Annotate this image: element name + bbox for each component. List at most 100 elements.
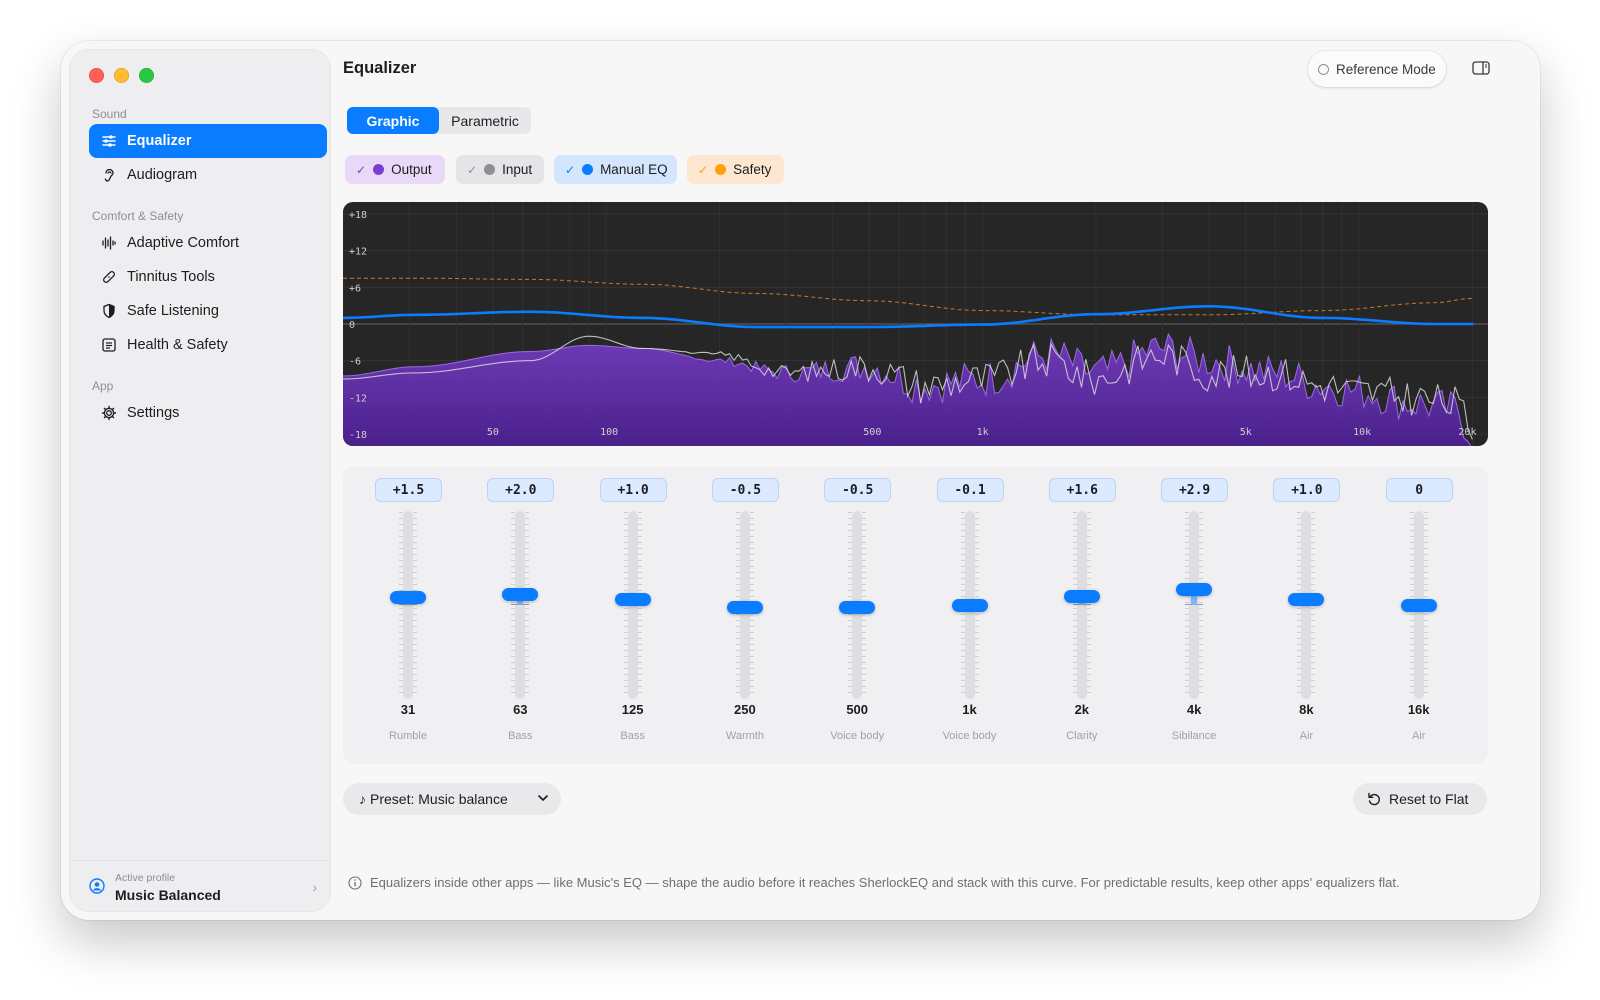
sliders-icon: [102, 135, 116, 147]
reference-mode-label: Reference Mode: [1336, 61, 1436, 77]
section-label-comfort-safety: Comfort & Safety: [92, 209, 184, 223]
band-frequency: 4k: [1186, 702, 1202, 717]
person-circle-icon: [89, 878, 105, 894]
info-text: Equalizers inside other apps — like Musi…: [370, 875, 1400, 890]
eq-band-250: -0.5 250 Warmth: [690, 466, 800, 764]
band-slider-thumb[interactable]: [1288, 593, 1325, 607]
band-frequency: 31: [400, 702, 416, 717]
band-gain-field[interactable]: -0.5: [824, 478, 892, 502]
x-tick-label: 1k: [977, 427, 989, 438]
eq-band-31: +1.5 31 Rumble: [353, 466, 463, 764]
band-description: Clarity: [1066, 730, 1098, 742]
band-description: Air: [1299, 730, 1314, 742]
list-icon: [102, 338, 116, 352]
checkmark-icon: ✓: [356, 162, 367, 177]
band-gain-field[interactable]: -0.5: [711, 478, 779, 502]
eq-band-16k: 0 16k Air: [1364, 466, 1474, 764]
band-description: Voice body: [830, 730, 885, 742]
band-slider-thumb[interactable]: [951, 599, 988, 613]
y-tick-label: +18: [349, 210, 367, 221]
shield-icon: [103, 303, 115, 319]
band-frequency: 125: [621, 702, 644, 717]
band-slider-thumb[interactable]: [502, 588, 539, 602]
close-window-button[interactable]: [89, 68, 104, 83]
reset-to-flat-button[interactable]: Reset to Flat: [1353, 783, 1487, 815]
sidebar-item-tinnitus-tools[interactable]: Tinnitus Tools: [89, 260, 327, 294]
sidebar-item-equalizer[interactable]: Equalizer: [89, 124, 327, 158]
band-gain-field[interactable]: -0.1: [936, 478, 1004, 502]
chip-label: Input: [502, 162, 533, 177]
chip-label: Safety: [733, 162, 772, 177]
band-frequency: 500: [846, 702, 869, 717]
band-slider-thumb[interactable]: [1063, 590, 1100, 604]
profile-name: Music Balanced: [115, 887, 221, 903]
chip-manual-eq[interactable]: ✓ Manual EQ: [554, 155, 677, 184]
x-tick-label: 100: [600, 427, 618, 438]
safety-line: [343, 277, 1473, 316]
tab-graphic[interactable]: Graphic: [347, 107, 439, 134]
sidebar-item-adaptive-comfort[interactable]: Adaptive Comfort: [89, 226, 327, 260]
band-gain-field[interactable]: +1.0: [599, 478, 667, 502]
sidebar-item-label: Settings: [127, 405, 180, 421]
band-gain-field[interactable]: +1.0: [1273, 478, 1341, 502]
sidebar-item-settings[interactable]: Settings: [89, 396, 327, 430]
band-slider-thumb[interactable]: [614, 593, 651, 607]
active-profile[interactable]: Active profile Music Balanced ›: [69, 860, 331, 912]
sidebar-item-label: Safe Listening: [127, 303, 219, 319]
chevron-right-icon: ›: [312, 879, 317, 895]
slider-tick-marks: [1185, 512, 1204, 698]
sidebar-item-label: Audiogram: [127, 167, 198, 183]
eq-band-4k: +2.9 4k Sibilance: [1139, 466, 1249, 764]
band-gain-field[interactable]: +1.6: [1048, 478, 1116, 502]
sidebar-item-label: Health & Safety: [127, 337, 228, 353]
y-tick-label: +12: [349, 247, 367, 258]
sidebar-item-safe-listening[interactable]: Safe Listening: [89, 294, 327, 328]
band-frequency: 16k: [1407, 702, 1430, 717]
info-note: Equalizers inside other apps — like Musi…: [348, 875, 1400, 890]
band-slider-thumb[interactable]: [839, 601, 876, 615]
eq-band-8k: +1.0 8k Air: [1251, 466, 1361, 764]
x-tick-label: 10k: [1353, 427, 1371, 438]
chevron-down-icon: [538, 795, 548, 801]
eq-response-chart: +18 +12 +6 0 -6 -12 -18 50 100 500 1k 5k 10k 20k: [343, 202, 1488, 446]
band-slider-thumb[interactable]: [726, 601, 763, 615]
band-gain-field[interactable]: +2.0: [487, 478, 555, 502]
window-controls: [89, 68, 154, 83]
checkmark-icon: ✓: [565, 162, 576, 177]
chip-output[interactable]: ✓ Output: [345, 155, 445, 184]
band-frequency: 63: [513, 702, 528, 717]
band-gain-field[interactable]: +2.9: [1161, 478, 1229, 502]
bandage-icon: [103, 271, 115, 283]
band-sliders-panel: +1.5 31 Rumble +2.0 63 Bass +1.0 125 Bas…: [343, 466, 1488, 764]
band-slider-thumb[interactable]: [1400, 598, 1437, 612]
sidebar-item-audiogram[interactable]: Audiogram: [89, 158, 327, 192]
safety-dot-icon: [715, 164, 727, 175]
band-slider-thumb[interactable]: [1176, 583, 1213, 597]
band-gain-field[interactable]: +1.5: [375, 478, 442, 502]
app-window: Sound Equalizer Audiogram Comfort & Safe…: [61, 41, 1540, 920]
sidebar-item-health-safety[interactable]: Health & Safety: [89, 328, 327, 362]
preset-dropdown[interactable]: ♪ Preset: Music balance: [343, 783, 561, 815]
chip-input[interactable]: ✓ Input: [456, 155, 544, 184]
band-description: Bass: [620, 730, 645, 742]
output-dot-icon: [373, 164, 385, 175]
band-frequency: 8k: [1299, 702, 1314, 717]
slider-tick-marks: [399, 512, 417, 698]
reference-mode-toggle[interactable]: Reference Mode: [1308, 51, 1446, 87]
minimize-window-button[interactable]: [114, 68, 129, 83]
chip-label: Output: [391, 162, 432, 177]
y-tick-label: +6: [349, 283, 361, 294]
tab-parametric[interactable]: Parametric: [439, 107, 531, 134]
section-label-app: App: [92, 379, 114, 393]
band-description: Sibilance: [1171, 730, 1217, 742]
chip-safety[interactable]: ✓ Safety: [687, 155, 784, 184]
checkmark-icon: ✓: [698, 162, 709, 177]
radio-circle-icon: [1318, 63, 1329, 75]
zoom-window-button[interactable]: [139, 68, 154, 83]
toggle-inspector-button[interactable]: [1466, 53, 1496, 83]
band-description: Bass: [508, 730, 533, 742]
band-gain-field[interactable]: 0: [1385, 478, 1453, 502]
band-slider-thumb[interactable]: [390, 590, 426, 604]
input-dot-icon: [484, 164, 496, 175]
page-title: Equalizer: [343, 59, 417, 77]
